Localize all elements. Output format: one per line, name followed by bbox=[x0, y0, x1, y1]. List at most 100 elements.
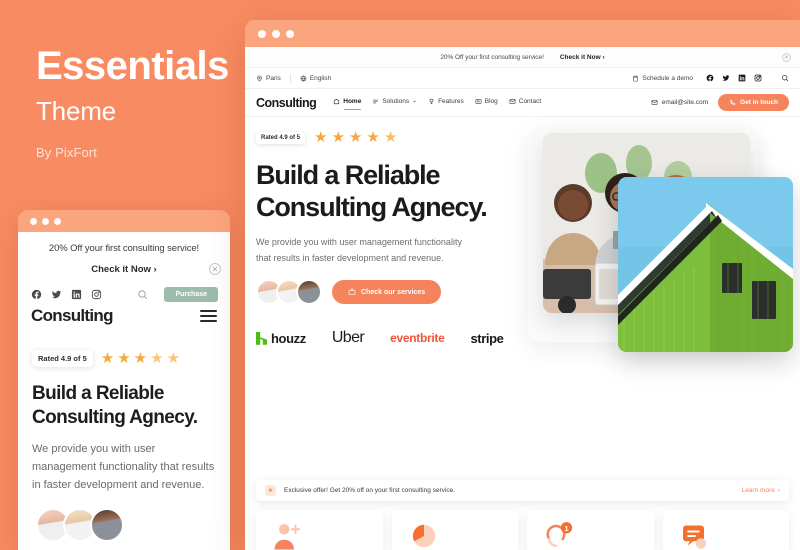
mobile-heading-line2: Consulting Agnecy. bbox=[32, 406, 198, 428]
hero-image-house bbox=[618, 177, 793, 352]
brand-houzz: houzz bbox=[256, 331, 306, 346]
calendar-icon bbox=[633, 75, 639, 81]
mobile-paragraph: We provide you with user management func… bbox=[32, 442, 215, 491]
facebook-icon[interactable] bbox=[706, 74, 714, 82]
instagram-icon[interactable] bbox=[754, 74, 762, 82]
notification-badge-count: 1 bbox=[564, 524, 568, 533]
star-icon: ★ bbox=[348, 129, 363, 146]
star-icon: ★ bbox=[133, 350, 148, 367]
gift-icon: ★ bbox=[265, 485, 276, 496]
brand-eventbrite: eventbrite bbox=[390, 331, 445, 346]
nav-item-features[interactable]: Features bbox=[428, 98, 464, 107]
language-selector[interactable]: English bbox=[300, 75, 331, 82]
nav-item-contact[interactable]: Contact bbox=[509, 98, 541, 107]
window-dot-close[interactable] bbox=[258, 29, 266, 38]
envelope-icon bbox=[509, 99, 516, 104]
hero-heading: Build a Reliable Consulting Agnecy. bbox=[256, 159, 526, 224]
nav-label: Home bbox=[343, 98, 362, 105]
main-navigation: Consulting Home Solutions Features Blog bbox=[245, 89, 800, 117]
avatar bbox=[296, 279, 322, 306]
feature-card[interactable] bbox=[391, 510, 518, 550]
site-logo[interactable]: Consulting bbox=[256, 96, 317, 110]
learn-more-label: Learn more bbox=[741, 487, 775, 494]
envelope-icon bbox=[651, 100, 658, 105]
mobile-purchase-button[interactable]: Purchase bbox=[164, 287, 218, 302]
hero-content: Rated 4.9 of 5 ★ ★ ★ ★ ★ Build a Reliabl… bbox=[256, 130, 526, 347]
window-dot-minimize[interactable] bbox=[42, 217, 49, 225]
nav-email-label: email@site.com bbox=[661, 99, 709, 106]
desktop-browser-mockup: 20% Off your first consulting service! C… bbox=[245, 20, 800, 550]
map-pin-icon bbox=[257, 75, 262, 82]
brand-houzz-label: houzz bbox=[271, 330, 306, 346]
nav-label: Features bbox=[438, 98, 464, 105]
twitter-icon[interactable] bbox=[722, 74, 730, 82]
mobile-window-bar bbox=[18, 210, 230, 232]
location-selector[interactable]: Paris bbox=[256, 75, 281, 82]
window-dot-maximize[interactable] bbox=[54, 217, 61, 225]
brand-logo-row: houzz Uber eventbrite stripe bbox=[256, 329, 526, 347]
hero-heading-line2: Consulting Agnecy. bbox=[256, 192, 488, 223]
linkedin-icon[interactable] bbox=[738, 74, 746, 82]
nav-item-blog[interactable]: Blog bbox=[475, 98, 498, 107]
close-icon[interactable]: ✕ bbox=[782, 52, 791, 62]
nav-email-link[interactable]: email@site.com bbox=[651, 99, 708, 106]
mobile-logo[interactable]: Consulting bbox=[31, 306, 113, 326]
promo-subtitle: Theme bbox=[36, 96, 116, 126]
announcement-link[interactable]: Check it Now › bbox=[560, 54, 605, 61]
mobile-promo-text: 20% Off your first consulting service! bbox=[48, 243, 200, 254]
linkedin-icon[interactable] bbox=[71, 289, 82, 300]
nav-menu: Home Solutions Features Blog Contact bbox=[333, 98, 541, 110]
search-icon[interactable] bbox=[781, 74, 789, 82]
learn-more-link[interactable]: Learn more › bbox=[742, 487, 780, 494]
hero-image-group bbox=[510, 117, 800, 387]
hero-section: Rated 4.9 of 5 ★ ★ ★ ★ ★ Build a Reliabl… bbox=[245, 117, 800, 437]
search-icon[interactable] bbox=[137, 289, 148, 300]
notification-bell-icon: 1 bbox=[546, 522, 573, 548]
chat-message-icon bbox=[682, 525, 706, 549]
mobile-rating-label: Rated 4.9 of 5 bbox=[32, 350, 93, 367]
facebook-icon[interactable] bbox=[31, 289, 42, 300]
mobile-rating: Rated 4.9 of 5 ★ ★ ★ ★ ★ bbox=[18, 326, 230, 367]
close-icon[interactable]: ✕ bbox=[209, 263, 221, 275]
star-icon: ★ bbox=[100, 350, 115, 367]
nav-label: Solutions bbox=[382, 98, 410, 105]
twitter-icon[interactable] bbox=[51, 289, 62, 300]
check-our-services-button[interactable]: Check our services bbox=[332, 280, 442, 305]
nav-label: Blog bbox=[484, 98, 498, 105]
feature-card[interactable]: 1 bbox=[527, 510, 654, 550]
social-links bbox=[706, 74, 789, 82]
star-icon: ★ bbox=[150, 350, 164, 367]
window-dot-close[interactable] bbox=[30, 217, 37, 225]
get-in-touch-button[interactable]: Get in touch bbox=[718, 94, 789, 111]
brand-uber: Uber bbox=[331, 329, 365, 347]
brand-stripe: stripe bbox=[470, 330, 504, 346]
location-label: Paris bbox=[266, 74, 281, 82]
globe-icon bbox=[300, 74, 307, 82]
trophy-icon bbox=[429, 98, 434, 104]
hamburger-menu-icon[interactable] bbox=[200, 310, 217, 322]
window-dot-minimize[interactable] bbox=[272, 29, 280, 38]
feature-card[interactable] bbox=[662, 510, 789, 550]
promo-title: Essentials bbox=[36, 44, 229, 88]
hero-avatar-group bbox=[256, 279, 322, 306]
schedule-demo-link[interactable]: Schedule a demo bbox=[632, 75, 693, 82]
nav-item-home[interactable]: Home bbox=[333, 98, 362, 110]
hero-paragraph-line2: that results in faster development and r… bbox=[256, 252, 444, 263]
phone-icon bbox=[729, 99, 736, 106]
browser-window-bar bbox=[245, 20, 800, 47]
hero-heading-line1: Build a Reliable bbox=[256, 160, 441, 190]
nav-item-solutions[interactable]: Solutions bbox=[372, 98, 417, 107]
chevron-down-icon bbox=[413, 100, 417, 103]
mobile-nav-row: Consulting bbox=[18, 300, 230, 326]
window-dot-maximize[interactable] bbox=[286, 29, 294, 38]
get-in-touch-label: Get in touch bbox=[740, 99, 778, 106]
offer-text: Exclusive offer! Get 20% off on your fir… bbox=[284, 487, 456, 494]
hero-paragraph: We provide you with user management func… bbox=[256, 235, 526, 267]
mobile-check-it-now-link[interactable]: Check it Now › bbox=[18, 254, 230, 284]
instagram-icon[interactable] bbox=[91, 289, 102, 300]
hero-rating: Rated 4.9 of 5 ★ ★ ★ ★ ★ bbox=[256, 130, 526, 145]
chevron-right-icon: › bbox=[777, 487, 780, 494]
feature-card[interactable] bbox=[256, 510, 383, 550]
language-label: English bbox=[309, 74, 332, 82]
schedule-demo-label: Schedule a demo bbox=[642, 74, 693, 82]
